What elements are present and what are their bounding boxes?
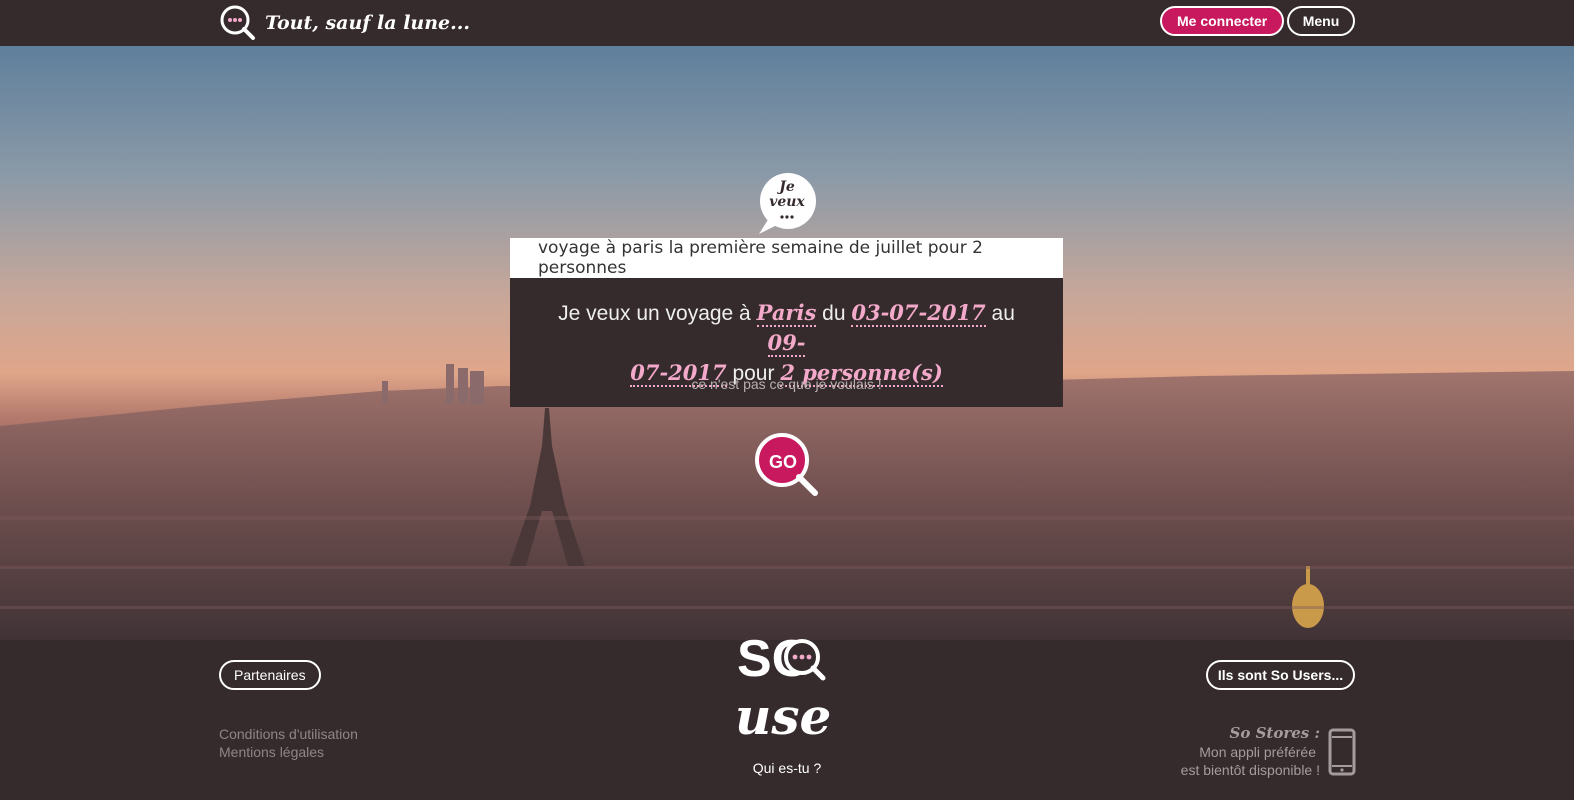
stores-line-2: est bientôt disponible !	[1180, 762, 1320, 778]
stores-line-1: Mon appli préférée	[1199, 744, 1316, 760]
partners-button[interactable]: Partenaires	[219, 660, 321, 690]
top-bar: Tout, sauf la lune... Me connecter Menu	[0, 0, 1574, 46]
hero-background: Je veux voyage à paris la première semai…	[0, 46, 1574, 640]
logo-bottom: use	[735, 687, 831, 741]
chat-magnifier-icon	[220, 5, 255, 40]
footer: Partenaires Conditions d'utilisation Men…	[0, 630, 1574, 800]
bubble-line-1: Je	[779, 179, 795, 195]
city-field[interactable]: Paris	[756, 300, 817, 327]
search-input[interactable]: voyage à paris la première semaine de ju…	[510, 238, 1063, 278]
who-are-you-link[interactable]: Qui es-tu ?	[740, 760, 834, 776]
not-what-i-wanted-link[interactable]: ce n'est pas ce que je voulais !	[510, 376, 1063, 392]
brand-name: Tout, sauf la lune...	[265, 12, 470, 34]
menu-button[interactable]: Menu	[1287, 6, 1355, 36]
go-button-label[interactable]: GO	[755, 452, 811, 473]
from-word: du	[822, 302, 846, 325]
souse-logo[interactable]: SO use	[733, 626, 843, 741]
so-users-button[interactable]: Ils sont So Users...	[1206, 660, 1355, 690]
result-prefix: Je veux un voyage à	[558, 302, 751, 325]
legal-notice-link[interactable]: Mentions légales	[219, 744, 324, 760]
bubble-line-2: veux	[769, 194, 805, 210]
date-to-field-part1[interactable]: 09-	[767, 330, 806, 357]
login-button[interactable]: Me connecter	[1160, 6, 1285, 36]
brand[interactable]: Tout, sauf la lune...	[219, 4, 470, 42]
terms-link[interactable]: Conditions d'utilisation	[219, 726, 358, 742]
interpretation-text: Je veux un voyage à Paris du 03-07-2017 …	[540, 298, 1033, 388]
date-from-field[interactable]: 03-07-2017	[851, 300, 986, 327]
interpretation-panel: Je veux un voyage à Paris du 03-07-2017 …	[510, 278, 1063, 407]
to-word: au	[991, 302, 1015, 325]
phone-icon	[1328, 728, 1356, 776]
bubble-label: Je veux	[757, 180, 817, 210]
stores-title: So Stores :	[1229, 724, 1320, 742]
